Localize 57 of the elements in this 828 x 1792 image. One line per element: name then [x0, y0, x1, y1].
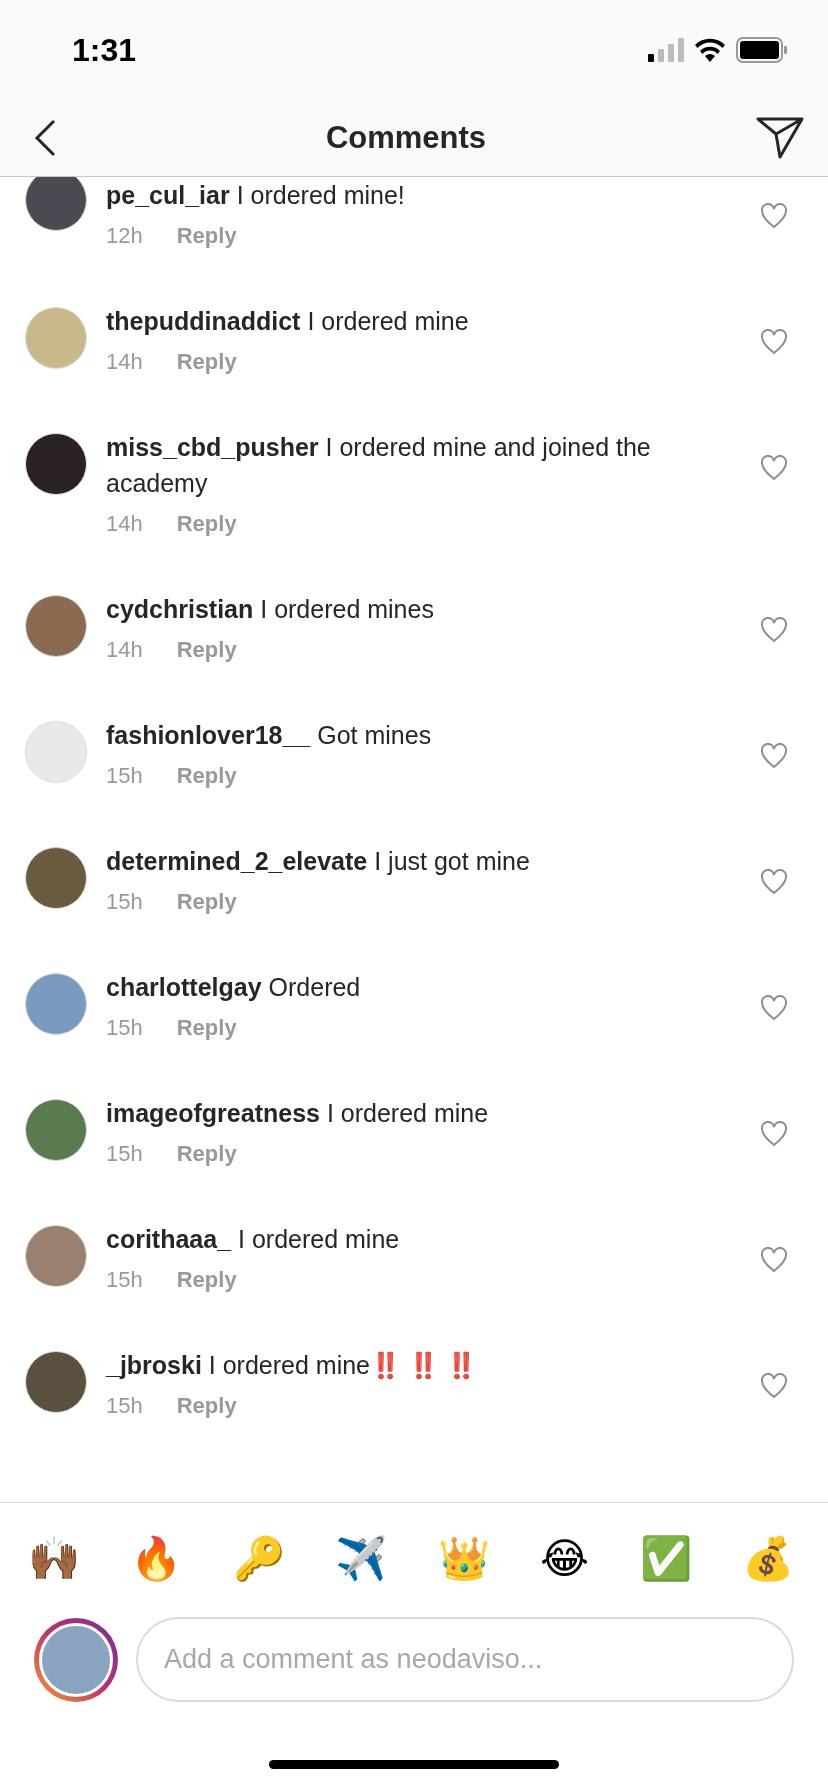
comment-text: thepuddinaddict I ordered mine	[106, 306, 470, 337]
emoji-button[interactable]: ✈	[335, 1529, 388, 1589]
reply-link[interactable]: Reply	[176, 887, 237, 917]
heart-icon[interactable]	[760, 455, 788, 481]
comment-time: 15h	[106, 1014, 143, 1042]
reply-link[interactable]: Reply	[176, 1265, 237, 1295]
reply-link[interactable]: Reply	[176, 1391, 237, 1421]
heart-icon[interactable]	[760, 617, 788, 643]
heart-icon[interactable]	[760, 743, 788, 769]
reply-link[interactable]: Reply	[176, 347, 237, 377]
comment-time: 15h	[106, 1392, 143, 1420]
heart-icon[interactable]	[760, 1247, 788, 1273]
heart-icon[interactable]	[760, 1373, 788, 1399]
reply-link[interactable]: Reply	[176, 509, 237, 539]
comment-time: 12h	[106, 222, 143, 250]
heart-icon[interactable]	[760, 1121, 788, 1147]
reply-link[interactable]: Reply	[176, 1139, 237, 1169]
wifi-icon	[694, 38, 726, 62]
comment-text: imageofgreatness I ordered mine	[106, 1098, 490, 1129]
comment-text: charlottelgay Ordered	[106, 972, 362, 1003]
battery-icon	[736, 37, 788, 63]
status-time: 1:31	[72, 31, 137, 69]
back-icon[interactable]	[34, 119, 56, 157]
emoji-button[interactable]: 👑	[437, 1529, 490, 1589]
heart-icon[interactable]	[760, 329, 788, 355]
comment-text: _jbroski I ordered mine‼ ‼ ‼	[106, 1350, 478, 1381]
avatar-photo[interactable]	[25, 177, 87, 231]
emoji-button[interactable]: 💰	[741, 1529, 794, 1589]
emoji-button[interactable]: 🔑	[232, 1529, 285, 1589]
signal-icon	[648, 38, 684, 62]
comment-text: determined_2_elevate I just got mine	[106, 846, 531, 877]
reply-link[interactable]: Reply	[176, 761, 237, 791]
comment-time: 14h	[106, 636, 143, 664]
reply-link[interactable]: Reply	[176, 1013, 237, 1043]
heart-icon[interactable]	[760, 869, 788, 895]
heart-icon[interactable]	[760, 203, 788, 229]
comment-time: 14h	[106, 510, 143, 538]
comment-text: cydchristian I ordered mines	[106, 594, 435, 625]
comment-text: miss_cbd_pusher I ordered mine and joined the academy	[106, 432, 652, 499]
heart-icon[interactable]	[760, 995, 788, 1021]
comment-text: fashionlover18__ Got mines	[106, 720, 433, 751]
comment-time: 15h	[106, 1140, 143, 1168]
comment-time: 15h	[106, 762, 143, 790]
emoji-button[interactable]: 🙌🏾	[28, 1529, 80, 1589]
comment-time: 15h	[106, 1266, 143, 1294]
reply-link[interactable]: Reply	[176, 635, 237, 665]
comment-input[interactable]: Add a comment as neodaviso...	[136, 1617, 794, 1702]
comment-text: pe_cul_iar I ordered mine!	[106, 180, 406, 211]
emoji-button[interactable]: 😂	[540, 1529, 590, 1589]
emoji-button[interactable]: 🔥	[130, 1529, 183, 1589]
comment-time: 14h	[106, 348, 143, 376]
reply-link[interactable]: Reply	[176, 221, 237, 251]
emoji-button[interactable]: ✅	[639, 1529, 692, 1589]
comment-time: 15h	[106, 888, 143, 916]
send-icon[interactable]	[756, 117, 804, 159]
page-title: Comments	[325, 120, 487, 156]
comment-text: corithaaa_ I ordered mine	[106, 1224, 401, 1255]
